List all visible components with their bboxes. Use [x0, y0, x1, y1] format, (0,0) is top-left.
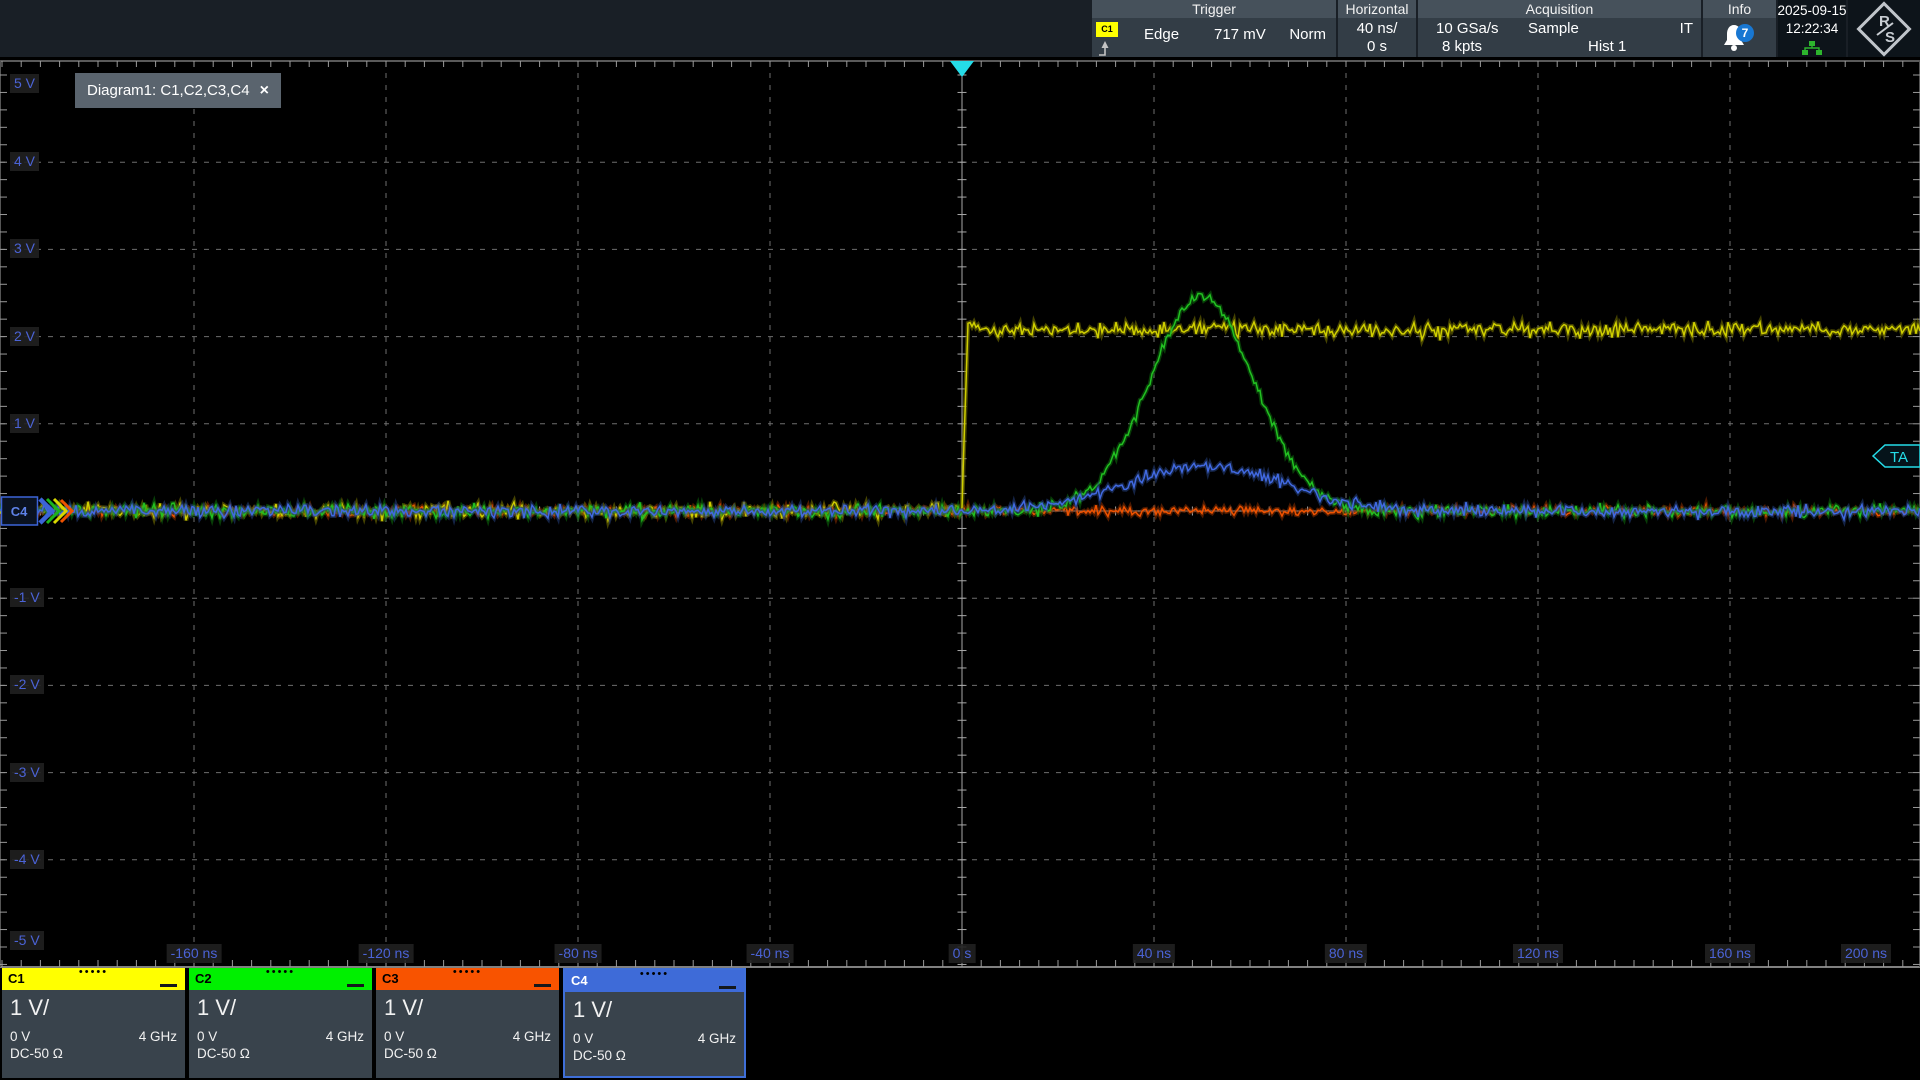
- channel-box-c2[interactable]: C2 ••••• 1 V/ 0 V 4 GHz DC-50 Ω: [189, 968, 372, 1078]
- trigger-source-badge: C1: [1096, 22, 1118, 37]
- channel-id: C3: [382, 971, 399, 986]
- channel-id: C2: [195, 971, 212, 986]
- voltage-label: -2 V: [10, 675, 44, 694]
- trace-c1: [0, 321, 1920, 521]
- trigger-title: Trigger: [1092, 0, 1336, 18]
- time-label: -80 ns: [555, 944, 602, 963]
- channel-coupling: DC-50 Ω: [573, 1048, 736, 1063]
- trigger-level-marker[interactable]: TA: [1873, 445, 1920, 467]
- date-display: 2025-09-15: [1777, 3, 1846, 18]
- voltage-label: -3 V: [10, 763, 44, 782]
- info-title: Info: [1703, 0, 1776, 18]
- channel-coupling: DC-50 Ω: [10, 1046, 177, 1061]
- channel-bar: C1 ••••• 1 V/ 0 V 4 GHz DC-50 Ω C2 ••••• 1 …: [2, 968, 746, 1078]
- time-label: 80 ns: [1325, 944, 1367, 963]
- voltage-label: 2 V: [10, 327, 39, 346]
- lan-status-icon: [1801, 40, 1823, 56]
- horizontal-scale: 40 ns/: [1357, 20, 1398, 37]
- trigger-type: Edge: [1144, 26, 1179, 43]
- oscilloscope-screen: Trigger C1 Edge 717 mV Norm Horizontal 4…: [0, 0, 1920, 1080]
- voltage-label: -4 V: [10, 850, 44, 869]
- voltage-label: -1 V: [10, 588, 44, 607]
- channel-scale: 1 V/: [384, 993, 551, 1023]
- trigger-section[interactable]: Trigger C1 Edge 717 mV Norm: [1092, 0, 1336, 57]
- trigger-level: 717 mV: [1214, 26, 1266, 43]
- acquisition-title: Acquisition: [1418, 0, 1701, 18]
- channel-bandwidth: 4 GHz: [698, 1031, 736, 1046]
- drag-dots-icon: •••••: [640, 968, 669, 980]
- voltage-label: 5 V: [10, 74, 39, 93]
- interpolation-mode: IT: [1680, 20, 1693, 37]
- voltage-label: 1 V: [10, 414, 39, 433]
- channel-box-c4[interactable]: C4 ••••• 1 V/ 0 V 4 GHz DC-50 Ω: [563, 968, 746, 1078]
- channel-scale: 1 V/: [573, 995, 736, 1025]
- channel-coupling: DC-50 Ω: [197, 1046, 364, 1061]
- minimize-icon[interactable]: [534, 984, 551, 987]
- traces: [0, 294, 1920, 522]
- channel-box-c3[interactable]: C3 ••••• 1 V/ 0 V 4 GHz DC-50 Ω: [376, 968, 559, 1078]
- drag-dots-icon: •••••: [266, 966, 295, 978]
- channel-offset: 0 V: [573, 1031, 593, 1046]
- diagram-tab-close-icon[interactable]: ×: [260, 82, 269, 100]
- time-label: 0 s: [949, 944, 976, 963]
- drag-dots-icon: •••••: [453, 966, 482, 978]
- diagram-tab-label: Diagram1: C1,C2,C3,C4: [87, 82, 250, 99]
- time-label: 120 ns: [1513, 944, 1563, 963]
- trace-c1-core: [0, 321, 1920, 521]
- trigger-position-marker[interactable]: [950, 61, 974, 77]
- time-label: 160 ns: [1705, 944, 1755, 963]
- record-length: 8 kpts: [1442, 38, 1482, 55]
- logo-letter-s: S: [1885, 29, 1895, 46]
- rs-logo-icon: R S: [1855, 1, 1913, 57]
- trigger-mode: Norm: [1289, 26, 1326, 43]
- channel-bandwidth: 4 GHz: [513, 1029, 551, 1044]
- minimize-icon[interactable]: [719, 986, 736, 989]
- time-label: -40 ns: [747, 944, 794, 963]
- notification-count: 7: [1742, 26, 1749, 40]
- time-label: -160 ns: [167, 944, 222, 963]
- time-display: 12:22:34: [1786, 21, 1839, 36]
- channel-bandwidth: 4 GHz: [326, 1029, 364, 1044]
- waveform-diagram[interactable]: TA C4 Diagram1: C1,C2,C3,C4 × 5 V 4 V 3 V 2…: [0, 60, 1920, 968]
- diagram-tab[interactable]: Diagram1: C1,C2,C3,C4 ×: [75, 73, 281, 108]
- offset-marker-label: C4: [11, 504, 28, 519]
- minimize-icon[interactable]: [347, 984, 364, 987]
- channel-bandwidth: 4 GHz: [139, 1029, 177, 1044]
- drag-dots-icon: •••••: [79, 966, 108, 978]
- history-status: Hist 1: [1588, 38, 1626, 55]
- acquisition-section[interactable]: Acquisition 10 GSa/s Sample IT 8 kpts Hi…: [1418, 0, 1701, 57]
- voltage-label: 3 V: [10, 239, 39, 258]
- horizontal-title: Horizontal: [1338, 0, 1416, 18]
- trigger-annotation-label: TA: [1890, 449, 1908, 466]
- voltage-label: -5 V: [10, 931, 44, 950]
- sample-rate: 10 GSa/s: [1436, 20, 1499, 37]
- channel-scale: 1 V/: [197, 993, 364, 1023]
- waveform-canvas: TA C4: [0, 60, 1920, 968]
- minimize-icon[interactable]: [160, 984, 177, 987]
- rising-edge-icon: [1097, 40, 1115, 57]
- channel-coupling: DC-50 Ω: [384, 1046, 551, 1061]
- channel-id: C4: [571, 973, 588, 988]
- clock-cell[interactable]: 2025-09-15 12:22:34: [1778, 0, 1846, 57]
- channel-offset: 0 V: [197, 1029, 217, 1044]
- channel-scale: 1 V/: [10, 993, 177, 1023]
- acquisition-mode: Sample: [1528, 20, 1579, 37]
- channel-id: C1: [8, 971, 25, 986]
- notification-bell-icon[interactable]: 7: [1720, 21, 1760, 55]
- channel-offset: 0 V: [384, 1029, 404, 1044]
- time-label: -120 ns: [359, 944, 414, 963]
- channel-offset: 0 V: [10, 1029, 30, 1044]
- info-section[interactable]: Info 7: [1703, 0, 1776, 57]
- top-status-bar: Trigger C1 Edge 717 mV Norm Horizontal 4…: [0, 0, 1920, 57]
- time-label: 40 ns: [1133, 944, 1175, 963]
- logo-cell: R S: [1848, 0, 1920, 57]
- voltage-label: 4 V: [10, 152, 39, 171]
- horizontal-section[interactable]: Horizontal 40 ns/ 0 s: [1338, 0, 1416, 57]
- channel-box-c1[interactable]: C1 ••••• 1 V/ 0 V 4 GHz DC-50 Ω: [2, 968, 185, 1078]
- horizontal-position: 0 s: [1367, 38, 1387, 55]
- time-label: 200 ns: [1841, 944, 1891, 963]
